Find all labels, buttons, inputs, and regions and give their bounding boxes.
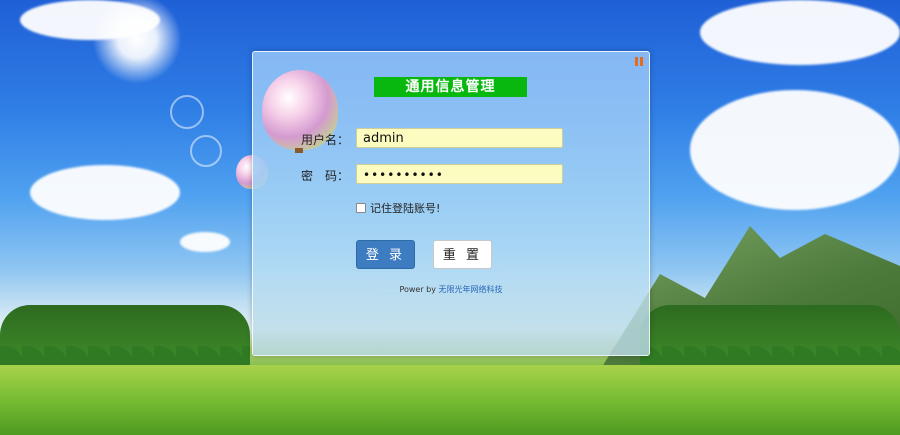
cloud [700,0,900,65]
power-prefix: Power by [399,285,439,294]
pause-icon[interactable] [635,57,643,66]
grass-field [0,365,900,435]
password-label: 密 码： [300,169,349,183]
lens-flare [170,95,204,129]
username-input[interactable]: admin [356,128,563,148]
cloud [690,90,900,210]
lens-flare [190,135,222,167]
cloud [30,165,180,220]
trees [640,305,900,365]
trees [0,305,250,365]
password-input[interactable]: •••••••••• [356,164,563,184]
reset-button[interactable]: 重 置 [433,240,492,269]
balloon-basket [295,148,303,153]
power-link[interactable]: 无限光年网络科技 [439,285,503,294]
cloud [20,0,160,40]
cloud [180,232,230,252]
footer-power: Power by 无限光年网络科技 [253,284,649,295]
login-panel: 通用信息管理 用户名： admin 密 码： •••••••••• 记住登陆账号… [252,51,650,356]
username-label: 用户名： [300,133,349,147]
remember-label: 记住登陆账号! [370,202,441,215]
login-button[interactable]: 登 录 [356,240,415,269]
page-title: 通用信息管理 [374,77,527,97]
remember-checkbox[interactable] [356,203,366,213]
remember-row[interactable]: 记住登陆账号! [356,200,440,216]
